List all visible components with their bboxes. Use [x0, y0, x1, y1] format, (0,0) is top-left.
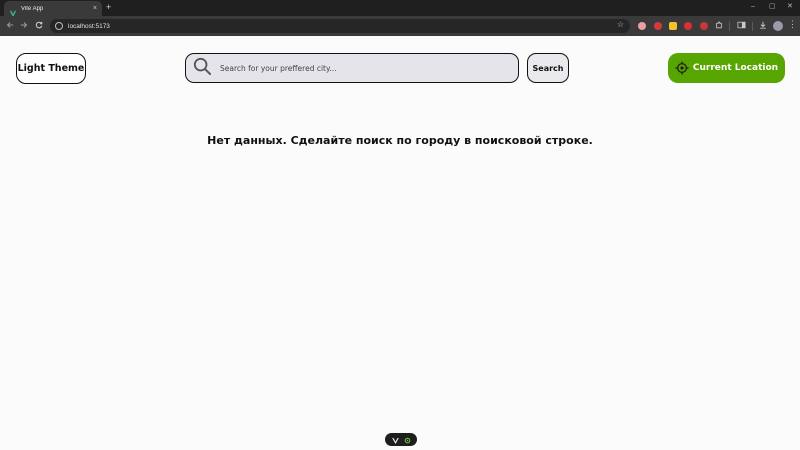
extension-4-icon[interactable] — [684, 22, 692, 30]
vue-logo-icon — [391, 431, 399, 449]
browser-tabstrip: Vite App × + – ▢ ✕ — [0, 0, 800, 17]
toolbar-divider — [752, 22, 753, 31]
tab-close-icon[interactable]: × — [93, 5, 97, 12]
current-location-button[interactable]: Current Location — [668, 53, 785, 83]
empty-state-message: Нет данных. Сделайте поиск по городу в п… — [207, 134, 593, 147]
bookmark-star-icon[interactable]: ☆ — [617, 21, 624, 29]
reload-icon[interactable] — [35, 21, 43, 31]
side-panel-icon[interactable] — [737, 21, 746, 31]
extension-3-icon[interactable] — [669, 22, 677, 30]
vue-devtools-toggle[interactable] — [385, 433, 417, 446]
address-url: localhost:5173 — [68, 22, 110, 30]
search-input[interactable] — [220, 63, 500, 73]
new-tab-icon[interactable]: + — [106, 3, 111, 12]
tab-title: Vite App — [21, 5, 44, 12]
search-button[interactable]: Search — [527, 53, 569, 83]
search-icon — [193, 57, 212, 80]
download-icon[interactable] — [759, 21, 767, 31]
maximize-icon[interactable]: ▢ — [769, 3, 776, 10]
browser-tab[interactable]: Vite App × — [4, 1, 102, 17]
extension-5-icon[interactable] — [700, 22, 708, 30]
vite-favicon-icon — [9, 5, 17, 17]
back-arrow-icon[interactable] — [6, 21, 14, 31]
minimize-icon[interactable]: – — [751, 3, 755, 10]
site-info-icon[interactable] — [55, 22, 63, 30]
extension-1-icon[interactable] — [638, 22, 646, 30]
theme-toggle-button[interactable]: Light Theme — [16, 53, 86, 84]
forward-arrow-icon[interactable] — [20, 21, 28, 31]
crosshair-icon — [675, 61, 689, 75]
browser-toolbar: localhost:5173 ☆ ⋮ — [0, 16, 800, 36]
toolbar-divider — [729, 22, 730, 31]
profile-avatar[interactable] — [773, 21, 783, 31]
devtools-gear-icon — [404, 431, 411, 449]
address-bar[interactable]: localhost:5173 ☆ — [50, 19, 630, 33]
menu-kebab-icon[interactable]: ⋮ — [788, 20, 797, 29]
current-location-label: Current Location — [692, 63, 779, 73]
search-box[interactable] — [185, 53, 519, 83]
extensions-icon[interactable] — [715, 21, 723, 31]
close-window-icon[interactable]: ✕ — [787, 3, 793, 10]
extension-2-icon[interactable] — [654, 22, 662, 30]
